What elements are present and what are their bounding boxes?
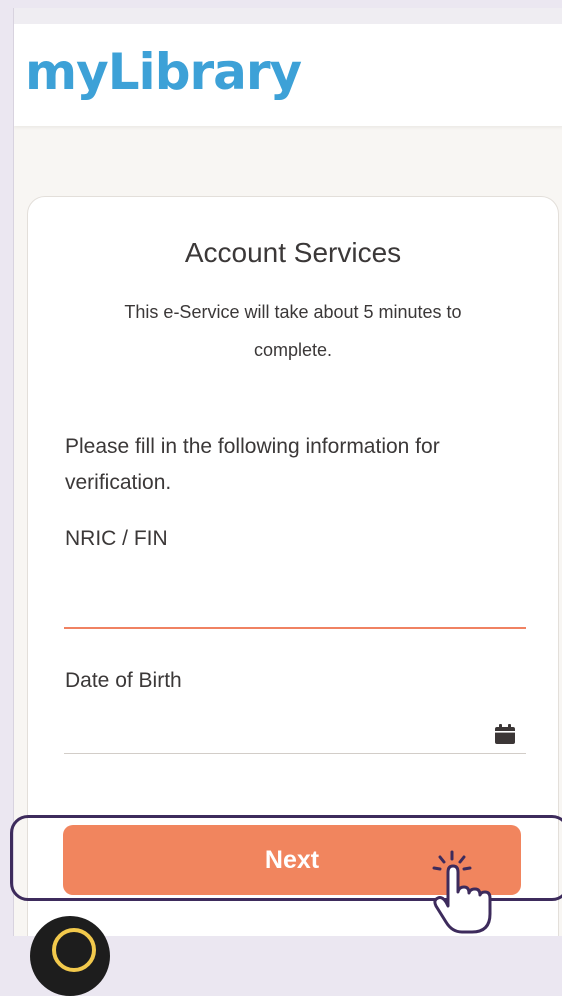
- hand-pointer-icon: [432, 850, 492, 934]
- page-title: Account Services: [184, 237, 402, 268]
- status-strip: [14, 8, 562, 24]
- chat-assistant-button[interactable]: [30, 916, 110, 996]
- mylibrary-logo[interactable]: myLibrary: [25, 42, 302, 102]
- assistant-icon: [52, 928, 96, 972]
- service-duration-note: This e-Service will take about 5 minutes…: [124, 302, 462, 360]
- dob-label: Date of Birth: [65, 669, 182, 692]
- date-of-birth-input[interactable]: [64, 707, 526, 754]
- calendar-icon[interactable]: [494, 723, 516, 745]
- mobile-screen: myLibrary Account Services This e-Servic…: [13, 8, 562, 936]
- nric-input[interactable]: [64, 581, 526, 629]
- nric-label: NRIC / FIN: [65, 527, 168, 550]
- app-header: myLibrary: [14, 24, 562, 126]
- verification-instruction: Please fill in the following information…: [65, 435, 440, 494]
